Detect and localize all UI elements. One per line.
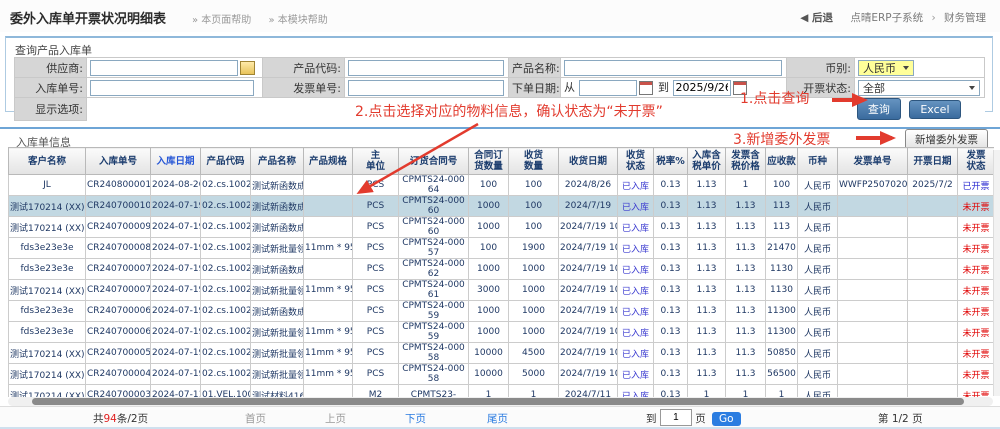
total-count: 94 (104, 413, 117, 425)
table-row[interactable]: 测试170214 (XX)CR2407000032024-07-1101.VEL… (9, 385, 995, 398)
col-header[interactable]: 入库单号 (86, 148, 151, 175)
table-row[interactable]: JLCR2408000012024-08-2602.cs.100241测试新函数… (9, 175, 995, 196)
order-date-label: 下单日期: (509, 78, 561, 98)
currency-label: 币别: (787, 58, 855, 78)
page-info: 第 1/2 页 (878, 411, 923, 426)
col-header[interactable]: 主 单位 (353, 148, 399, 175)
table-row[interactable]: 测试170214 (XX)CR2407000092024-07-1902.cs.… (9, 217, 995, 238)
excel-button[interactable]: Excel (909, 100, 960, 119)
prev-page-link[interactable]: 上页 (325, 411, 346, 426)
calendar-icon[interactable] (733, 81, 747, 95)
supplier-label: 供应商: (15, 58, 87, 78)
col-header[interactable]: 订货合同号 (399, 148, 469, 175)
col-header[interactable]: 收货 状态 (618, 148, 654, 175)
col-header[interactable]: 应收款 (766, 148, 798, 175)
chevron-down-icon (903, 66, 909, 70)
last-page-link[interactable]: 尾页 (487, 411, 508, 426)
table-row[interactable]: fds3e23e3eCR2407000082024-07-1902.cs.100… (9, 238, 995, 259)
col-header[interactable]: 产品规格 (304, 148, 353, 175)
breadcrumb: ◀ 后退 点晴ERP子系统 › 财务管理 (800, 10, 986, 25)
product-name-label: 产品名称: (509, 58, 561, 78)
calendar-icon[interactable] (639, 81, 653, 95)
product-name-input[interactable] (564, 60, 782, 76)
table-row[interactable]: fds3e23e3eCR2407000062024-07-1902.cs.100… (9, 301, 995, 322)
col-header[interactable]: 产品名称 (251, 148, 304, 175)
receipt-table: 客户名称入库单号入库日期产品代码产品名称产品规格主 单位订货合同号合同订 货数量… (8, 147, 994, 397)
receipt-no-input[interactable] (90, 80, 254, 96)
col-header[interactable]: 币种 (798, 148, 838, 175)
col-header[interactable]: 发票 状态 (958, 148, 995, 175)
invoice-no-label: 发票单号: (263, 78, 345, 98)
first-page-link[interactable]: 首页 (245, 411, 266, 426)
col-header[interactable]: 合同订 货数量 (469, 148, 509, 175)
table-row[interactable]: 测试170214 (XX)CR2407000052024-07-1902.cs.… (9, 343, 995, 364)
breadcrumb-module[interactable]: 财务管理 (944, 12, 986, 24)
query-form: 供应商: 产品代码: 产品名称: 币别: 人民币 入库单号: 发票单号: 下单日… (14, 57, 985, 121)
query-panel: 查询产品入库单 供应商: 产品代码: 产品名称: 币别: 人民币 入库单号: 发… (5, 36, 993, 112)
date-from-label: 从 (564, 81, 575, 94)
col-header[interactable]: 入库日期 (151, 148, 201, 175)
col-header[interactable]: 开票日期 (908, 148, 958, 175)
table-row[interactable]: fds3e23e3eCR2407000072024-07-1902.cs.100… (9, 259, 995, 280)
date-from-input[interactable] (579, 80, 637, 96)
date-to-input[interactable] (673, 80, 731, 96)
breadcrumb-system[interactable]: 点晴ERP子系统 (850, 12, 923, 24)
total-records: 共94条/2页 (93, 411, 148, 426)
col-header[interactable]: 收货日期 (559, 148, 618, 175)
col-header[interactable]: 发票单号 (838, 148, 908, 175)
currency-select[interactable]: 人民币 (858, 60, 914, 76)
col-header[interactable]: 发票含 税价格 (726, 148, 766, 175)
col-header[interactable]: 入库含 税单价 (688, 148, 726, 175)
back-arrow-icon: ◀ (800, 12, 808, 24)
breadcrumb-separator: › (931, 12, 935, 24)
search-button[interactable]: 查询 (857, 98, 901, 120)
module-help-link[interactable]: » 本模块帮助 (268, 15, 327, 26)
col-header[interactable]: 税率% (654, 148, 688, 175)
section-divider (0, 127, 1000, 129)
table-header-row: 客户名称入库单号入库日期产品代码产品名称产品规格主 单位订货合同号合同订 货数量… (9, 148, 995, 175)
invoice-status-label: 开票状态: (787, 78, 855, 98)
col-header[interactable]: 产品代码 (201, 148, 251, 175)
horizontal-scrollbar-track (8, 397, 993, 406)
product-code-input[interactable] (348, 60, 504, 76)
goto-page: 到 页 Go (646, 411, 741, 428)
page-help-link[interactable]: » 本页面帮助 (192, 15, 251, 26)
pagination-bar: 共94条/2页 首页 上页 下页 尾页 到 页 Go 第 1/2 页 (0, 406, 1000, 428)
annotation-step3: 3.新增委外发票 (733, 129, 830, 149)
help-links: » 本页面帮助 » 本模块帮助 (192, 11, 342, 26)
supplier-input[interactable] (90, 60, 238, 76)
app-window: 委外入库单开票状况明细表 » 本页面帮助 » 本模块帮助 ◀ 后退 点晴ERP子… (0, 0, 1000, 429)
receipt-table-body: JLCR2408000012024-08-2602.cs.100241测试新函数… (9, 175, 995, 398)
receipt-table-container: 客户名称入库单号入库日期产品代码产品名称产品规格主 单位订货合同号合同订 货数量… (8, 147, 994, 397)
top-bar: 委外入库单开票状况明细表 » 本页面帮助 » 本模块帮助 ◀ 后退 点晴ERP子… (0, 0, 1000, 32)
product-code-label: 产品代码: (263, 58, 345, 78)
back-button[interactable]: ◀ 后退 (800, 12, 833, 24)
table-row[interactable]: 测试170214 (XX)CR2407000102024-07-1902.cs.… (9, 196, 995, 217)
go-button[interactable]: Go (712, 412, 741, 426)
table-row[interactable]: 测试170214 (XX)CR2407000072024-07-1902.cs.… (9, 280, 995, 301)
table-row[interactable]: fds3e23e3eCR2407000062024-07-1902.cs.100… (9, 322, 995, 343)
invoice-status-select[interactable]: 全部 (858, 80, 980, 96)
col-header[interactable]: 客户名称 (9, 148, 86, 175)
page-number-input[interactable] (660, 409, 692, 426)
chevron-down-icon (969, 86, 975, 90)
receipt-no-label: 入库单号: (15, 78, 87, 98)
supplier-lookup-icon[interactable] (240, 61, 255, 75)
next-page-link[interactable]: 下页 (405, 411, 426, 426)
vertical-scrollbar[interactable] (993, 150, 1000, 396)
invoice-no-input[interactable] (348, 80, 504, 96)
display-option-label: 显示选项: (15, 98, 87, 121)
horizontal-scrollbar-thumb[interactable] (32, 398, 964, 405)
col-header[interactable]: 收货 数量 (509, 148, 559, 175)
page-title: 委外入库单开票状况明细表 (10, 8, 166, 27)
query-section-title: 查询产品入库单 (15, 42, 92, 58)
table-row[interactable]: 测试170214 (XX)CR2407000042024-07-1902.cs.… (9, 364, 995, 385)
date-to-label: 到 (658, 81, 669, 94)
